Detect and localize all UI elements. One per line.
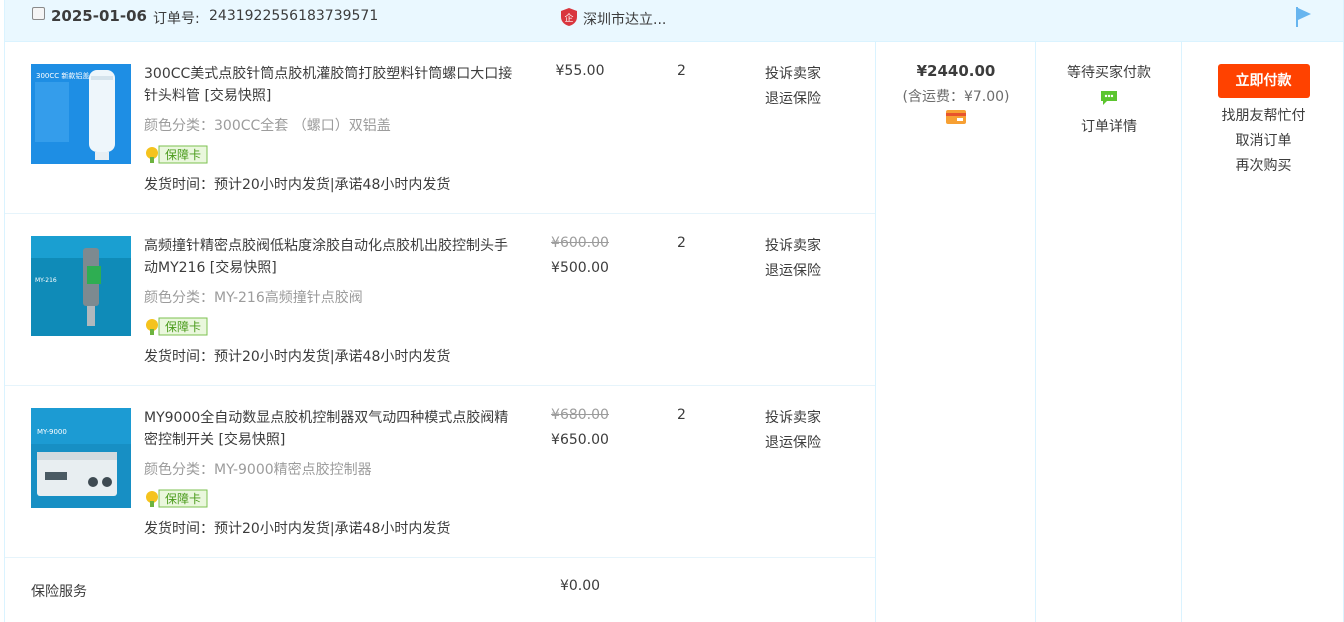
guarantee-card-icon[interactable]: 保障卡 (144, 145, 208, 164)
order-item-row: 300CC 新款铝盖 300CC美式点胶针筒点胶机灌胶筒打胶塑料针筒螺口大口接针… (5, 42, 875, 214)
return-insurance-link[interactable]: 退运保险 (765, 432, 821, 452)
shop-name-link[interactable]: 深圳市达立... (583, 9, 666, 29)
order-status: 等待买家付款 订单详情 (1036, 62, 1182, 136)
product-image-controller: MY-9000 (31, 408, 131, 508)
thumb-text-2: MY-216 (35, 277, 57, 284)
product-thumbnail[interactable]: MY-9000 (31, 408, 131, 508)
thumb-text-1: 300CC 新款铝盖 (36, 71, 89, 80)
status-text: 等待买家付款 (1067, 65, 1151, 81)
complain-seller-link[interactable]: 投诉卖家 (765, 63, 821, 83)
product-title-link[interactable]: 300CC美式点胶针筒点胶机灌胶筒打胶塑料针筒螺口大口接针头料管 [交易快照] (144, 63, 519, 107)
pay-now-button[interactable]: 立即付款 (1217, 64, 1310, 98)
order-detail-link[interactable]: 订单详情 (1036, 116, 1182, 136)
product-spec: 颜色分类：300CC全套 （螺口）双铝盖 (144, 118, 391, 134)
insurance-service-label: 保险服务 (31, 584, 87, 600)
product-image-valve: MY-216 (31, 236, 131, 336)
order-card: 2025-01-06 订单号: 2431922556183739571 企 深圳… (4, 0, 1344, 622)
cancel-order-link[interactable]: 取消订单 (1182, 131, 1344, 152)
product-thumbnail[interactable]: 300CC 新款铝盖 (31, 64, 131, 164)
order-operations: 立即付款 找朋友帮忙付 取消订单 再次购买 (1182, 64, 1344, 177)
return-insurance-link[interactable]: 退运保险 (765, 88, 821, 108)
guarantee-card-text-2: 保障卡 (165, 319, 201, 334)
guarantee-card-icon[interactable]: 保障卡 (144, 489, 208, 508)
order-item-row: MY-9000 MY9000全自动数显点胶机控制器双气动四种模式点胶阀精密控制开… (5, 386, 875, 558)
column-divider (875, 42, 876, 622)
unit-price: ¥55.00 (555, 63, 605, 79)
quantity: 2 (677, 407, 686, 423)
complain-seller-link[interactable]: 投诉卖家 (765, 235, 821, 255)
shipping-fee: (含运费：¥7.00) (902, 89, 1010, 105)
original-price: ¥600.00 (551, 235, 609, 251)
guarantee-card-icon[interactable]: 保障卡 (144, 317, 208, 336)
order-date: 2025-01-06 (51, 7, 147, 25)
guarantee-card-text-3: 保障卡 (165, 491, 201, 506)
order-checkbox[interactable] (32, 7, 45, 20)
friend-pay-link[interactable]: 找朋友帮忙付 (1182, 106, 1344, 127)
order-item-row: MY-216 高频撞针精密点胶阀低粘度涂胶自动化点胶机出胶控制头手动MY216 … (5, 214, 875, 386)
shop-shield-icon: 企 (561, 8, 577, 26)
product-title-link[interactable]: MY9000全自动数显点胶机控制器双气动四种模式点胶阀精密控制开关 [交易快照] (144, 407, 519, 451)
product-image-syringe: 300CC 新款铝盖 (31, 64, 131, 164)
unit-price: ¥650.00 (551, 432, 609, 448)
chat-icon[interactable] (1100, 90, 1118, 106)
original-price: ¥680.00 (551, 407, 609, 423)
product-spec: 颜色分类：MY-216高频撞针点胶阀 (144, 290, 363, 306)
product-thumbnail[interactable]: MY-216 (31, 236, 131, 336)
order-number: 2431922556183739571 (209, 8, 379, 24)
insurance-service-price: ¥0.00 (559, 578, 601, 594)
flag-icon[interactable] (1294, 6, 1312, 28)
quantity: 2 (677, 235, 686, 251)
total-amount: ¥2440.00 (916, 62, 996, 80)
order-number-label: 订单号: (153, 11, 200, 27)
rebuy-link[interactable]: 再次购买 (1182, 156, 1344, 177)
thumb-text-3: MY-9000 (37, 428, 67, 436)
ship-time: 发货时间：预计20小时内发货|承诺48小时内发货 (144, 349, 451, 365)
return-insurance-link[interactable]: 退运保险 (765, 260, 821, 280)
product-title-link[interactable]: 高频撞针精密点胶阀低粘度涂胶自动化点胶机出胶控制头手动MY216 [交易快照] (144, 235, 519, 279)
order-total: ¥2440.00 (含运费：¥7.00) (876, 62, 1036, 128)
order-header: 2025-01-06 订单号: 2431922556183739571 企 深圳… (5, 0, 1343, 42)
ship-time: 发货时间：预计20小时内发货|承诺48小时内发货 (144, 521, 451, 537)
product-spec: 颜色分类：MY-9000精密点胶控制器 (144, 462, 372, 478)
complain-seller-link[interactable]: 投诉卖家 (765, 407, 821, 427)
unit-price: ¥500.00 (551, 260, 609, 276)
quantity: 2 (677, 63, 686, 79)
guarantee-card-text-1: 保障卡 (165, 147, 201, 162)
shop-shield-text: 企 (564, 12, 573, 24)
ship-time: 发货时间：预计20小时内发货|承诺48小时内发货 (144, 177, 451, 193)
payment-card-icon[interactable] (946, 110, 966, 124)
